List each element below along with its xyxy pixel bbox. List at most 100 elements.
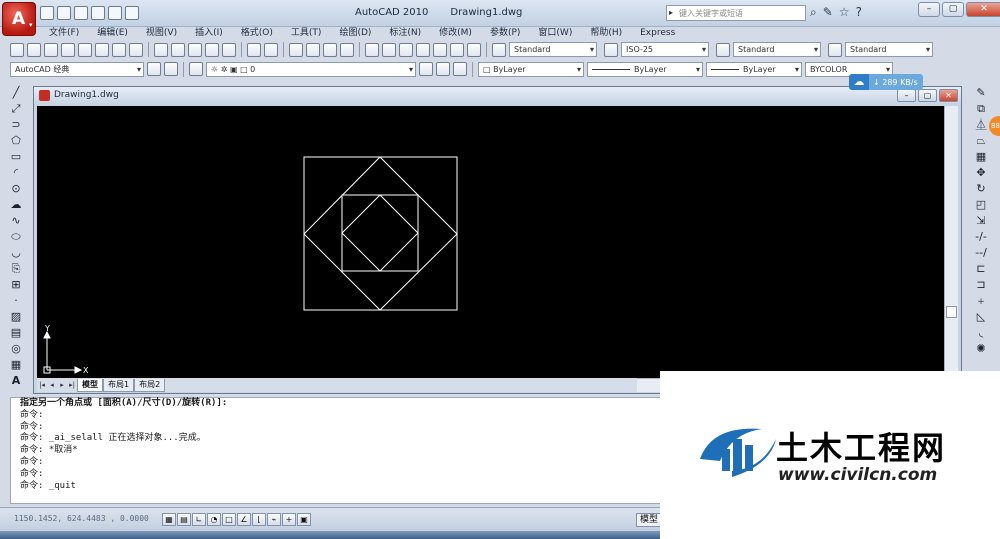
menu-parametric[interactable]: 参数(P) <box>481 27 529 40</box>
point-icon[interactable]: · <box>9 294 23 308</box>
undo-toolbar-icon[interactable] <box>247 42 261 57</box>
make-block-icon[interactable]: ⊞ <box>9 278 23 292</box>
move-icon[interactable]: ✥ <box>974 166 988 180</box>
object-snap-button[interactable]: □ <box>222 513 236 526</box>
application-menu-button[interactable]: A ▾ <box>2 2 36 36</box>
close-button[interactable]: ✕ <box>966 2 1000 17</box>
menu-express[interactable]: Express <box>631 27 684 40</box>
object-snap-tracking-button[interactable]: ∠ <box>237 513 251 526</box>
lineweight-button[interactable]: + <box>282 513 296 526</box>
tab-model[interactable]: 模型 <box>77 378 103 392</box>
chamfer-icon[interactable]: ◺ <box>974 310 988 324</box>
3d-dwf-icon[interactable] <box>112 42 126 57</box>
join-icon[interactable]: ⧾ <box>974 294 988 308</box>
trim-icon[interactable]: -/- <box>974 230 988 244</box>
ellipse-arc-icon[interactable]: ◡ <box>9 246 23 260</box>
cut-icon[interactable] <box>154 42 168 57</box>
tool-palettes-icon[interactable] <box>399 42 413 57</box>
vertical-scroll-thumb[interactable] <box>946 306 957 318</box>
help-toolbar-icon[interactable] <box>467 42 481 57</box>
snap-mode-button[interactable]: ▦ <box>162 513 176 526</box>
minimize-button[interactable]: – <box>918 2 940 17</box>
first-tab-icon[interactable]: |◂ <box>37 381 47 389</box>
table-icon[interactable]: ▦ <box>9 358 23 372</box>
design-center-icon[interactable] <box>382 42 396 57</box>
network-speed-widget[interactable]: ☁ ↓ 289 KB/s <box>849 74 923 90</box>
spline-icon[interactable]: ∿ <box>9 214 23 228</box>
construction-line-icon[interactable]: ⤢ <box>9 102 23 116</box>
menu-format[interactable]: 格式(O) <box>232 27 282 40</box>
plot-icon[interactable] <box>125 6 139 20</box>
explode-icon[interactable]: ✺ <box>974 342 988 356</box>
markup-icon[interactable] <box>433 42 447 57</box>
undo-icon[interactable] <box>91 6 105 20</box>
arc-icon[interactable]: ◜ <box>9 166 23 180</box>
plot-preview-icon[interactable] <box>78 42 92 57</box>
menu-window[interactable]: 窗口(W) <box>529 27 581 40</box>
drawing-minimize-button[interactable]: – <box>897 89 916 102</box>
dim-style-icon[interactable] <box>604 42 618 57</box>
ellipse-icon[interactable]: ⬭ <box>9 230 23 244</box>
workspace-save-icon[interactable] <box>164 62 178 76</box>
drawing-close-button[interactable]: ✕ <box>939 89 958 102</box>
binoculars-icon[interactable]: ⌕ <box>810 5 817 20</box>
dim-style-select[interactable]: ISO-25 <box>621 42 709 57</box>
print-icon[interactable] <box>61 42 75 57</box>
open-file-icon[interactable] <box>27 42 41 57</box>
workspace-select[interactable]: AutoCAD 经典 <box>10 61 144 77</box>
menu-insert[interactable]: 插入(I) <box>186 27 232 40</box>
rectangle-icon[interactable]: ▭ <box>9 150 23 164</box>
break-icon[interactable]: ⊐ <box>974 278 988 292</box>
paste-icon[interactable] <box>188 42 202 57</box>
menu-draw[interactable]: 绘图(D) <box>330 27 380 40</box>
properties-icon[interactable] <box>365 42 379 57</box>
quick-properties-button[interactable]: ▣ <box>297 513 311 526</box>
favorites-icon[interactable]: ☆ <box>839 5 850 20</box>
rotate-icon[interactable]: ↻ <box>974 182 988 196</box>
circle-icon[interactable]: ⊙ <box>9 182 23 196</box>
quickcalc-icon[interactable] <box>450 42 464 57</box>
block-editor-icon[interactable] <box>222 42 236 57</box>
layer-states-icon[interactable] <box>453 62 467 76</box>
save-file-icon[interactable] <box>44 42 58 57</box>
tab-layout1[interactable]: 布局1 <box>103 378 135 392</box>
multiline-text-icon[interactable]: A <box>9 374 23 388</box>
open-icon[interactable] <box>57 6 71 20</box>
hatch-icon[interactable]: ▨ <box>9 310 23 324</box>
dynamic-input-button[interactable]: ⌁ <box>267 513 281 526</box>
array-icon[interactable]: ▦ <box>974 150 988 164</box>
publish-icon[interactable] <box>95 42 109 57</box>
redo-icon[interactable] <box>108 6 122 20</box>
etransmit-icon[interactable] <box>129 42 143 57</box>
last-tab-icon[interactable]: ▸| <box>67 381 77 389</box>
scale-icon[interactable]: ◰ <box>974 198 988 212</box>
erase-icon[interactable]: ✎ <box>974 86 988 100</box>
extend-icon[interactable]: --/ <box>974 246 988 260</box>
offset-icon[interactable]: ⏢ <box>974 134 988 148</box>
copy-object-icon[interactable]: ⧉ <box>974 102 988 116</box>
layer-previous-icon[interactable] <box>436 62 450 76</box>
ortho-mode-button[interactable]: ∟ <box>192 513 206 526</box>
redo-toolbar-icon[interactable] <box>264 42 278 57</box>
lineweight-select[interactable]: ByLayer <box>706 61 802 77</box>
color-select[interactable]: □ ByLayer <box>478 61 584 77</box>
break-at-point-icon[interactable]: ⊏ <box>974 262 988 276</box>
menu-dimension[interactable]: 标注(N) <box>380 27 430 40</box>
mirror-icon[interactable]: ⏅ <box>974 118 988 132</box>
save-icon[interactable] <box>74 6 88 20</box>
make-current-icon[interactable] <box>419 62 433 76</box>
linetype-select[interactable]: ByLayer <box>587 61 703 77</box>
tab-layout2[interactable]: 布局2 <box>134 378 166 392</box>
layer-properties-icon[interactable] <box>189 62 203 76</box>
workspace-settings-icon[interactable] <box>147 62 161 76</box>
model-space-canvas[interactable]: Y X <box>37 106 944 378</box>
dynamic-ucs-button[interactable]: ⌊ <box>252 513 266 526</box>
pan-icon[interactable] <box>289 42 303 57</box>
insert-block-icon[interactable]: ⎘ <box>9 262 23 276</box>
communication-icon[interactable]: ✎ <box>823 5 833 20</box>
help-icon[interactable]: ? <box>856 5 862 20</box>
line-icon[interactable]: ╱ <box>9 86 23 100</box>
qnew-icon[interactable] <box>10 42 24 57</box>
menu-tools[interactable]: 工具(T) <box>282 27 331 40</box>
stretch-icon[interactable]: ⇲ <box>974 214 988 228</box>
